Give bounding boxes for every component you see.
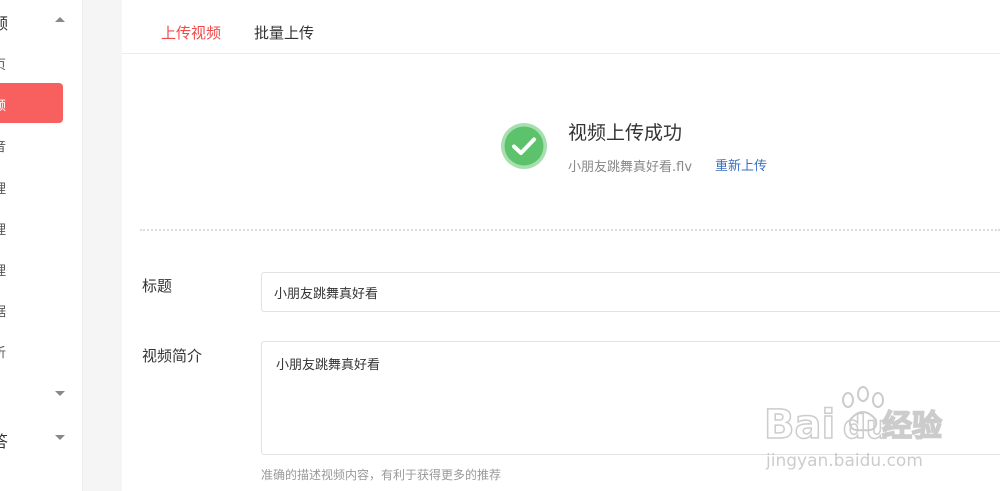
sidebar-item-data[interactable]: 据	[0, 289, 63, 329]
sidebar-group-collapsed[interactable]	[0, 374, 82, 414]
sidebar-item-label: 页	[0, 54, 6, 73]
description-label: 视频简介	[142, 347, 203, 365]
check-circle-icon	[501, 123, 547, 169]
sidebar-group-qa[interactable]: 答	[0, 418, 82, 458]
caret-up-icon	[55, 17, 65, 22]
sidebar-item-label: 理	[0, 178, 6, 197]
sidebar-item-label: 据	[0, 301, 6, 320]
reupload-link[interactable]: 重新上传	[715, 155, 767, 174]
upload-success-title: 视频上传成功	[568, 122, 683, 144]
baidu-jingyan-watermark: Bai du 经验 jingyan.baidu.com	[763, 386, 943, 471]
tab-bar: 上传视频 批量上传	[122, 0, 1000, 54]
description-hint: 准确的描述视频内容，有利于获得更多的推荐	[261, 468, 502, 482]
tab-upload-video[interactable]: 上传视频	[161, 22, 221, 43]
title-label: 标题	[142, 277, 173, 295]
sidebar-group-label: 频	[0, 10, 8, 34]
sidebar-item-manage-2[interactable]: 理	[0, 207, 63, 247]
title-input[interactable]	[261, 272, 1000, 312]
sidebar-item-label: 音	[0, 136, 6, 155]
sidebar-item-video[interactable]: 频	[0, 83, 63, 123]
sidebar-group-label: 答	[0, 428, 8, 452]
sidebar-item-manage-1[interactable]: 理	[0, 166, 63, 206]
sidebar-item-analysis[interactable]: 析	[0, 330, 63, 370]
sidebar-item-label: 析	[0, 342, 6, 361]
watermark-brand-latin-1: Bai	[764, 402, 835, 448]
uploaded-filename: 小朋友跳舞真好看.flv	[568, 160, 693, 175]
sidebar-item-label: 理	[0, 260, 6, 279]
sidebar-item-label: 理	[0, 219, 6, 238]
caret-down-icon	[55, 435, 65, 440]
tab-batch-upload[interactable]: 批量上传	[254, 22, 314, 43]
sidebar: 频 页 频 音 理 理 理 据 析 答	[0, 0, 83, 491]
sidebar-item-audio[interactable]: 音	[0, 124, 63, 164]
sidebar-item-manage-3[interactable]: 理	[0, 248, 63, 288]
sidebar-item-home[interactable]: 页	[0, 42, 63, 82]
caret-down-icon	[55, 391, 65, 396]
sidebar-group-video[interactable]: 频	[0, 0, 82, 40]
section-divider	[140, 229, 1000, 231]
watermark-url: jingyan.baidu.com	[765, 451, 923, 471]
sidebar-item-label: 频	[0, 95, 6, 114]
watermark-brand-cn: 经验	[882, 409, 942, 444]
